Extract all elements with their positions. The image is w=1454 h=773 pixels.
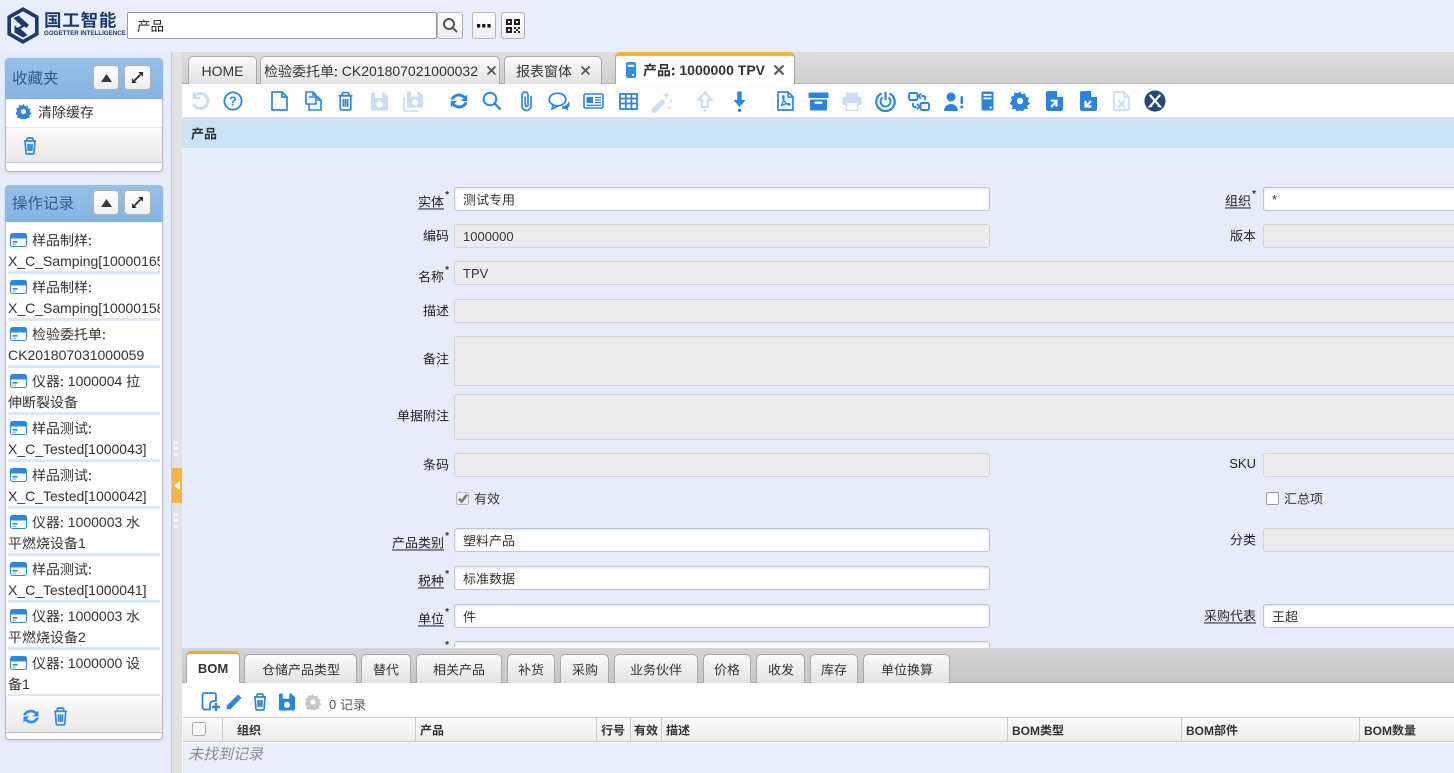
svg-text:?: ? xyxy=(229,94,237,108)
